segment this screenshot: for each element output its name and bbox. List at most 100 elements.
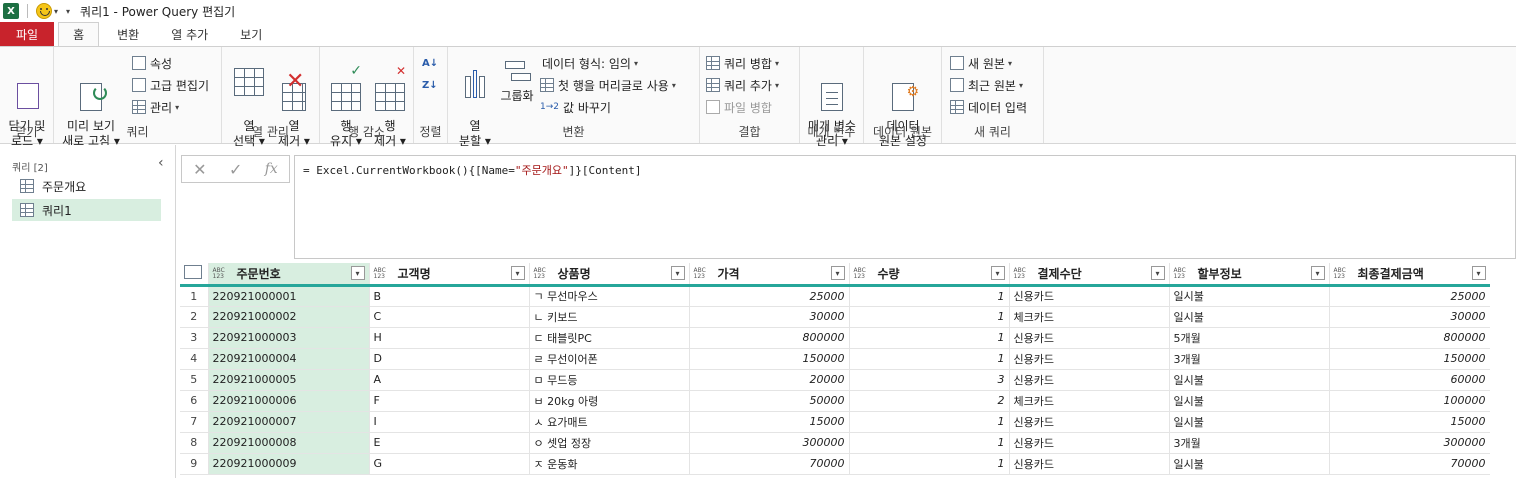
table-cell[interactable]: 30000 — [689, 306, 850, 328]
table-cell[interactable]: 300000 — [689, 432, 850, 454]
table-cell[interactable]: D — [369, 348, 530, 370]
tab-file[interactable]: 파일 — [0, 22, 55, 46]
tab-add-column[interactable]: 열 추가 — [157, 22, 222, 46]
group-by-button[interactable]: 그룹화 — [496, 53, 538, 104]
table-cell[interactable]: 220921000006 — [208, 390, 370, 412]
combine-files-button[interactable]: 파일 병합 — [706, 97, 772, 117]
table-cell[interactable]: 150000 — [1329, 348, 1490, 370]
query-item-query1[interactable]: 쿼리1 — [12, 199, 161, 221]
row-number[interactable]: 1 — [180, 285, 209, 307]
merge-queries-button[interactable]: 쿼리 병합 ▾ — [706, 53, 779, 73]
table-cell[interactable]: ㅁ 무드등 — [529, 369, 690, 391]
use-first-row-headers-button[interactable]: 첫 행을 머리글로 사용 ▾ — [540, 75, 676, 95]
table-cell[interactable]: 1 — [849, 327, 1010, 349]
row-number[interactable]: 6 — [180, 390, 209, 412]
quick-access-customize-icon[interactable]: ▾ — [66, 7, 70, 16]
row-number[interactable]: 4 — [180, 348, 209, 370]
table-cell[interactable]: 신용카드 — [1009, 453, 1170, 475]
data-type-dropdown[interactable]: 데이터 형식: 임의 ▾ — [542, 53, 638, 73]
table-cell[interactable]: ㅂ 20kg 아령 — [529, 390, 690, 412]
row-number[interactable]: 9 — [180, 453, 209, 475]
table-cell[interactable]: 30000 — [1329, 306, 1490, 328]
table-cell[interactable]: 50000 — [689, 390, 850, 412]
table-cell[interactable]: C — [369, 306, 530, 328]
row-number[interactable]: 8 — [180, 432, 209, 454]
table-cell[interactable]: 일시불 — [1169, 390, 1330, 412]
table-cell[interactable]: 60000 — [1329, 369, 1490, 391]
table-cell[interactable]: 15000 — [689, 411, 850, 433]
table-cell[interactable]: 3개월 — [1169, 348, 1330, 370]
chevron-down-icon[interactable]: ▾ — [54, 7, 58, 16]
tab-transform[interactable]: 변환 — [103, 22, 153, 46]
table-corner-menu[interactable] — [180, 263, 209, 287]
table-cell[interactable]: 신용카드 — [1009, 432, 1170, 454]
table-cell[interactable]: 220921000001 — [208, 285, 370, 307]
feedback-smiley-icon[interactable] — [36, 3, 52, 19]
table-cell[interactable]: ㅇ 셋업 정장 — [529, 432, 690, 454]
table-cell[interactable]: 1 — [849, 306, 1010, 328]
table-cell[interactable]: 3 — [849, 369, 1010, 391]
table-cell[interactable]: 300000 — [1329, 432, 1490, 454]
row-number[interactable]: 7 — [180, 411, 209, 433]
recent-sources-button[interactable]: 최근 원본 ▾ — [950, 75, 1023, 95]
table-cell[interactable]: F — [369, 390, 530, 412]
table-cell[interactable]: 신용카드 — [1009, 348, 1170, 370]
column-header[interactable]: ABC 123 할부정보 ▾ — [1169, 263, 1330, 287]
table-cell[interactable]: 70000 — [689, 453, 850, 475]
table-cell[interactable]: 15000 — [1329, 411, 1490, 433]
table-cell[interactable]: ㅅ 요가매트 — [529, 411, 690, 433]
table-cell[interactable]: I — [369, 411, 530, 433]
sort-descending-icon[interactable]: Z↓ — [422, 75, 438, 95]
filter-dropdown-icon[interactable]: ▾ — [830, 266, 845, 280]
tab-view[interactable]: 보기 — [226, 22, 276, 46]
table-cell[interactable]: 20000 — [689, 369, 850, 391]
fx-icon[interactable]: fx — [265, 161, 278, 177]
row-number[interactable]: 5 — [180, 369, 209, 391]
table-cell[interactable]: 일시불 — [1169, 453, 1330, 475]
filter-dropdown-icon[interactable]: ▾ — [1150, 266, 1165, 280]
table-cell[interactable]: 5개월 — [1169, 327, 1330, 349]
table-cell[interactable]: ㄷ 태블릿PC — [529, 327, 690, 349]
column-header[interactable]: ABC 123 최종결제금액 ▾ — [1329, 263, 1490, 287]
table-cell[interactable]: H — [369, 327, 530, 349]
properties-button[interactable]: 속성 — [132, 53, 172, 73]
enter-data-button[interactable]: 데이터 입력 — [950, 97, 1027, 117]
table-cell[interactable]: 220921000003 — [208, 327, 370, 349]
row-number[interactable]: 3 — [180, 327, 209, 349]
table-cell[interactable]: 신용카드 — [1009, 285, 1170, 307]
table-cell[interactable]: 1 — [849, 432, 1010, 454]
table-cell[interactable]: A — [369, 369, 530, 391]
table-cell[interactable]: 1 — [849, 348, 1010, 370]
table-cell[interactable]: 일시불 — [1169, 285, 1330, 307]
query-item-orders[interactable]: 주문개요 — [12, 175, 161, 197]
column-header[interactable]: ABC 123 주문번호 ▾ — [208, 263, 370, 287]
table-cell[interactable]: 220921000004 — [208, 348, 370, 370]
table-cell[interactable]: 100000 — [1329, 390, 1490, 412]
column-header[interactable]: ABC 123 고객명 ▾ — [369, 263, 530, 287]
table-cell[interactable]: 1 — [849, 285, 1010, 307]
filter-dropdown-icon[interactable]: ▾ — [350, 266, 365, 280]
table-cell[interactable]: 220921000007 — [208, 411, 370, 433]
tab-home[interactable]: 홈 — [58, 22, 100, 47]
table-cell[interactable]: G — [369, 453, 530, 475]
table-cell[interactable]: 220921000008 — [208, 432, 370, 454]
formula-bar[interactable]: = Excel.CurrentWorkbook(){[Name="주문개요"]}… — [294, 155, 1516, 259]
table-cell[interactable]: ㄴ 키보드 — [529, 306, 690, 328]
table-cell[interactable]: 25000 — [689, 285, 850, 307]
column-header[interactable]: ABC 123 결제수단 ▾ — [1009, 263, 1170, 287]
table-cell[interactable]: 800000 — [1329, 327, 1490, 349]
filter-dropdown-icon[interactable]: ▾ — [1471, 266, 1486, 280]
confirm-icon[interactable]: ✓ — [229, 160, 242, 179]
column-header[interactable]: ABC 123 상품명 ▾ — [529, 263, 690, 287]
table-cell[interactable]: 일시불 — [1169, 411, 1330, 433]
table-cell[interactable]: 체크카드 — [1009, 390, 1170, 412]
replace-values-button[interactable]: 1→2 값 바꾸기 — [540, 97, 611, 117]
table-cell[interactable]: 220921000005 — [208, 369, 370, 391]
table-cell[interactable]: ㄱ 무선마우스 — [529, 285, 690, 307]
table-cell[interactable]: 2 — [849, 390, 1010, 412]
table-cell[interactable]: 신용카드 — [1009, 369, 1170, 391]
table-cell[interactable]: 220921000009 — [208, 453, 370, 475]
collapse-pane-icon[interactable]: ‹ — [158, 155, 164, 171]
table-cell[interactable]: 1 — [849, 411, 1010, 433]
table-cell[interactable]: 신용카드 — [1009, 327, 1170, 349]
